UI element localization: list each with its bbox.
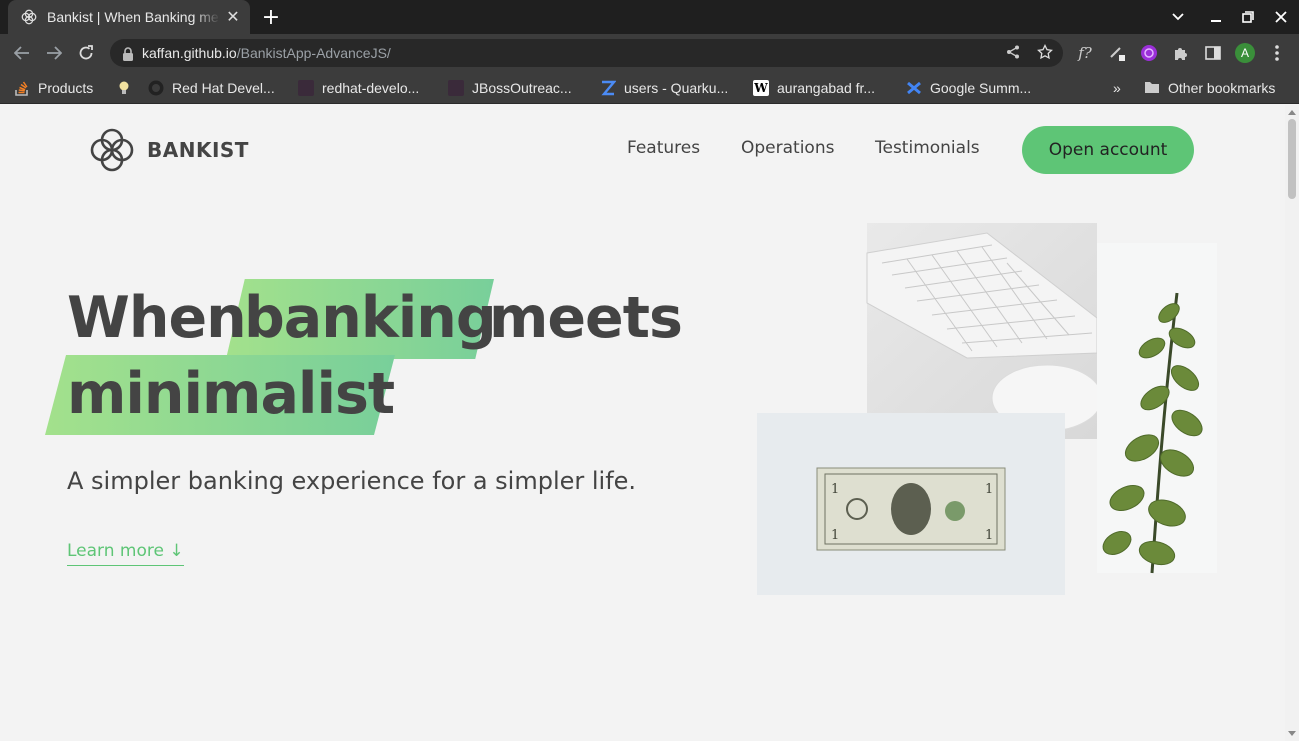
bookmark-users-quarkus[interactable]: users - Quarku... (600, 77, 728, 99)
purple-extension-icon[interactable] (1136, 40, 1162, 66)
bookmark-label: redhat-develo... (322, 80, 420, 96)
nav-testimonials-link[interactable]: Testimonials (875, 138, 980, 158)
gsoc-icon (906, 80, 922, 96)
tab-search-chevron-icon[interactable] (1161, 0, 1195, 34)
headline-word-banking: banking (244, 285, 497, 351)
wikipedia-icon: W (753, 80, 769, 96)
webpage: BANKIST Features Operations Testimonials… (0, 105, 1284, 741)
bookmark-aurangabad[interactable]: W aurangabad fr... (753, 77, 875, 99)
new-tab-button[interactable]: + (258, 4, 284, 30)
scrollbar-thumb[interactable] (1288, 119, 1296, 199)
url-host: kaffan.github.io (142, 45, 237, 61)
bookmark-products[interactable]: Products (14, 77, 93, 99)
bookmark-red-hat-developer[interactable]: Red Hat Devel... (148, 77, 275, 99)
folder-icon (1144, 80, 1160, 96)
bookmark-jboss-outreach[interactable]: JBossOutreac... (448, 77, 572, 99)
github-icon (148, 80, 164, 96)
stack-overflow-icon (14, 80, 30, 96)
headline-word-minimalist: minimalist (67, 361, 395, 427)
headline-word-when: When (67, 285, 247, 351)
browser-toolbar: kaffan.github.io/BankistApp-AdvanceJS/ f… (0, 34, 1299, 72)
lightbulb-icon (116, 80, 132, 96)
share-icon[interactable] (1000, 39, 1026, 65)
bookmark-label: JBossOutreac... (472, 80, 572, 96)
scroll-down-arrow-icon[interactable] (1288, 731, 1296, 736)
jboss-icon (448, 80, 464, 96)
profile-initial: A (1235, 43, 1255, 63)
bookmark-label: Products (38, 80, 94, 96)
url-path: /BankistApp-AdvanceJS/ (236, 45, 391, 61)
puzzle-extensions-icon[interactable] (1168, 40, 1194, 66)
restore-button[interactable] (1231, 0, 1265, 34)
lock-icon (122, 46, 134, 61)
tab-close-icon[interactable]: ✕ (220, 4, 246, 30)
pen-extension-icon[interactable] (1104, 40, 1130, 66)
svg-text:1: 1 (985, 482, 993, 497)
redhat-developer-icon (298, 80, 314, 96)
forward-button[interactable] (41, 40, 67, 66)
open-account-button[interactable]: Open account (1022, 126, 1194, 174)
bookmark-bulb[interactable] (116, 77, 140, 99)
nav-operations-link[interactable]: Operations (741, 138, 834, 158)
svg-text:1: 1 (831, 482, 839, 497)
hero-illustration: 1 1 1 1 (757, 223, 1217, 595)
browser-tab[interactable]: Bankist | When Banking meets minimalist … (8, 0, 250, 34)
tab-strip: Bankist | When Banking meets minimalist … (0, 0, 1299, 34)
bookmark-label: Google Summ... (930, 80, 1032, 96)
bankist-favicon-icon (20, 8, 38, 26)
other-bookmarks-label: Other bookmarks (1168, 80, 1276, 96)
scroll-up-arrow-icon[interactable] (1288, 110, 1296, 115)
page-scrollbar[interactable] (1285, 105, 1299, 741)
bookmark-label: users - Quarku... (624, 80, 729, 96)
logo-text: BANKIST (147, 138, 249, 162)
hero-subtitle: A simpler banking experience for a simpl… (67, 467, 637, 495)
bankist-logo-icon (90, 128, 134, 172)
bookmark-label: Red Hat Devel... (172, 80, 275, 96)
bookmark-redhat-developer[interactable]: redhat-develo... (298, 77, 419, 99)
bankist-logo[interactable]: BANKIST (89, 127, 249, 173)
side-panel-icon[interactable] (1200, 40, 1226, 66)
address-bar[interactable]: kaffan.github.io/BankistApp-AdvanceJS/ (110, 39, 1063, 67)
svg-text:1: 1 (831, 528, 839, 543)
reload-button[interactable] (73, 40, 99, 66)
profile-avatar[interactable]: A (1232, 40, 1258, 66)
back-button[interactable] (9, 40, 35, 66)
function-extension-icon[interactable]: f? (1072, 40, 1098, 66)
dollar-bill: 1 1 1 1 (816, 467, 1006, 551)
bookmark-google-summer[interactable]: Google Summ... (906, 77, 1031, 99)
learn-more-link[interactable]: Learn more ↓ (67, 541, 184, 566)
tab-title: Bankist | When Banking meets minimalist (47, 9, 220, 25)
close-window-button[interactable] (1264, 0, 1298, 34)
nav-features-link[interactable]: Features (627, 138, 700, 158)
kebab-menu-icon[interactable] (1264, 40, 1290, 66)
more-bookmarks-chevron-icon[interactable]: » (1113, 77, 1121, 99)
url-text: kaffan.github.io/BankistApp-AdvanceJS/ (142, 45, 391, 61)
zulip-icon (600, 80, 617, 96)
bookmark-label: aurangabad fr... (777, 80, 876, 96)
svg-text:1: 1 (985, 528, 993, 543)
bookmark-star-icon[interactable] (1032, 39, 1058, 65)
headline-word-meets: meets (489, 285, 683, 351)
bookmarks-bar: Products Red Hat Devel... redhat-develo.… (0, 72, 1299, 104)
minimize-button[interactable] (1199, 0, 1233, 34)
other-bookmarks-folder[interactable]: Other bookmarks (1144, 77, 1275, 99)
